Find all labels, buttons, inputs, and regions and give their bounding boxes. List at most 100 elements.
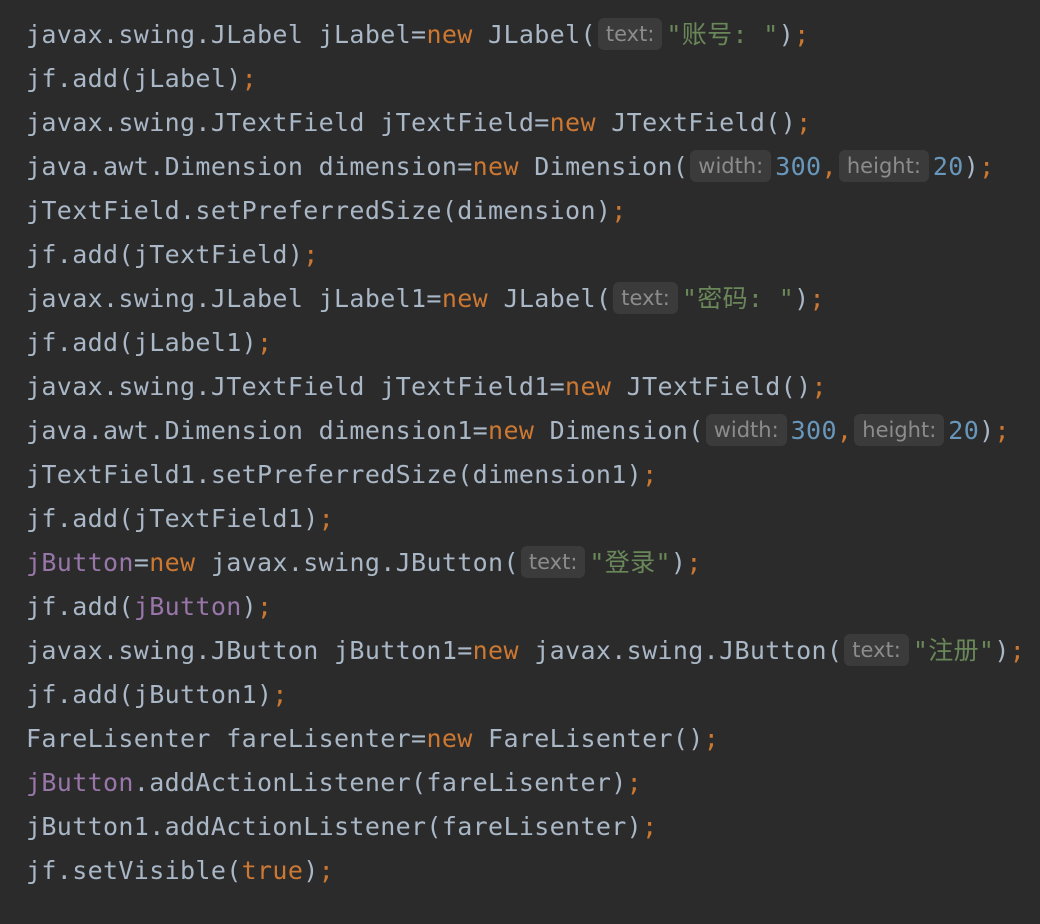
code-token: ; (809, 284, 825, 313)
code-token: new (472, 636, 519, 665)
code-token: javax.swing.JButton jButton1= (26, 636, 473, 665)
code-token: "注册" (912, 636, 995, 665)
code-token: jButton (26, 548, 134, 577)
code-token: jButton1.addActionListener(fareLisenter) (26, 812, 643, 841)
code-token: ) (778, 20, 795, 49)
code-token: .addActionListener(fareLisenter) (133, 768, 627, 797)
code-token: "密码: " (681, 284, 795, 313)
code-token: FareLisenter fareLisenter= (26, 724, 427, 753)
code-line[interactable]: FareLisenter fareLisenter=new FareLisent… (26, 717, 719, 761)
code-token: FareLisenter() (472, 724, 704, 753)
code-token: new (149, 548, 196, 577)
code-token: ) (963, 152, 980, 181)
code-token: ; (979, 152, 995, 181)
code-token: true (241, 856, 304, 885)
code-token: ; (257, 328, 273, 357)
code-token: new (488, 416, 535, 445)
code-token: JLabel( (488, 284, 612, 313)
code-token: jf.setVisible( (26, 856, 242, 885)
code-token: ; (994, 416, 1010, 445)
code-token: new (472, 152, 519, 181)
code-token: Dimension( (518, 152, 689, 181)
code-token: jButton (26, 768, 134, 797)
code-line[interactable]: javax.swing.JTextField jTextField1=new J… (26, 365, 827, 409)
code-token: javax.swing.JButton( (518, 636, 843, 665)
code-line[interactable]: jf.add(jTextField1); (26, 497, 334, 541)
code-token: JTextField() (595, 108, 797, 137)
code-line[interactable]: java.awt.Dimension dimension=new Dimensi… (26, 145, 995, 189)
code-token: jf.add( (26, 592, 134, 621)
code-token: jf.add(jTextField) (26, 240, 304, 269)
code-token: ; (796, 108, 812, 137)
code-editor[interactable]: javax.swing.JLabel jLabel=new JLabel(tex… (0, 0, 1040, 924)
code-token: javax.swing.JTextField jTextField= (26, 108, 550, 137)
code-token: JTextField() (611, 372, 812, 401)
code-token: ; (272, 680, 288, 709)
code-token: ; (686, 548, 702, 577)
code-token: ) (794, 284, 810, 313)
code-token: new (549, 108, 596, 137)
code-token: jf.add(jLabel) (26, 64, 242, 93)
code-token: javax.swing.JTextField jTextField1= (26, 372, 566, 401)
code-line[interactable]: jTextField.setPreferredSize(dimension); (26, 189, 627, 233)
code-token: 20 (948, 416, 980, 445)
code-token: jTextField1.setPreferredSize(dimension1) (26, 460, 643, 489)
code-token: 20 (932, 152, 964, 181)
code-token: ) (303, 856, 319, 885)
code-line[interactable]: jButton.addActionListener(fareLisenter); (26, 761, 642, 805)
code-line[interactable]: jf.add(jButton1); (26, 673, 288, 717)
code-line[interactable]: jButton=new javax.swing.JButton(text: "登录… (26, 541, 702, 585)
code-token: ) (994, 636, 1010, 665)
code-token: ; (611, 196, 627, 225)
code-token: jf.add(jLabel1) (26, 328, 258, 357)
code-token: ) (241, 592, 258, 621)
code-token: ; (642, 460, 658, 489)
code-line[interactable]: javax.swing.JLabel jLabel=new JLabel(tex… (26, 13, 810, 57)
code-token: ; (303, 240, 319, 269)
code-token: Dimension( (534, 416, 704, 445)
code-token: ; (318, 856, 335, 885)
code-token: javax.swing.JLabel jLabel= (26, 20, 427, 49)
parameter-hint: width: (705, 414, 787, 446)
code-token: , (821, 152, 837, 181)
code-line[interactable]: javax.swing.JLabel jLabel1=new JLabel(te… (26, 277, 825, 321)
code-line[interactable]: java.awt.Dimension dimension1=new Dimens… (26, 409, 1010, 453)
code-line[interactable]: jf.add(jButton); (26, 585, 272, 629)
code-token: ; (794, 20, 810, 49)
code-token: jButton (133, 592, 242, 621)
code-token: java.awt.Dimension dimension= (26, 152, 473, 181)
parameter-hint: text: (613, 282, 678, 314)
code-token: jTextField.setPreferredSize(dimension) (26, 196, 612, 225)
code-token: ; (318, 504, 335, 533)
parameter-hint: width: (690, 150, 772, 182)
code-token: ; (703, 724, 720, 753)
code-token: "登录" (589, 548, 671, 577)
code-token: jf.add(jButton1) (26, 680, 273, 709)
parameter-hint: height: (838, 150, 929, 182)
code-token: 300 (790, 416, 837, 445)
code-line[interactable]: jButton1.addActionListener(fareLisenter)… (26, 805, 657, 849)
code-line[interactable]: jf.add(jLabel); (26, 57, 257, 101)
code-token: jf.add(jTextField1) (26, 504, 319, 533)
code-line[interactable]: jTextField1.setPreferredSize(dimension1)… (26, 453, 657, 497)
parameter-hint: text: (597, 18, 663, 50)
code-token: ) (979, 416, 995, 445)
code-token: ; (257, 592, 273, 621)
code-line[interactable]: jf.add(jLabel1); (26, 321, 272, 365)
code-line[interactable]: jf.add(jTextField); (26, 233, 319, 277)
code-line[interactable]: javax.swing.JTextField jTextField=new JT… (26, 101, 812, 145)
code-token: JLabel( (472, 20, 596, 49)
parameter-hint: text: (520, 546, 586, 578)
code-token: ) (670, 548, 687, 577)
code-token: javax.swing.JButton( (195, 548, 519, 577)
code-token: = (133, 548, 150, 577)
code-token: new (426, 724, 473, 753)
code-token: , (836, 416, 853, 445)
code-line[interactable]: javax.swing.JButton jButton1=new javax.s… (26, 629, 1025, 673)
code-token: 300 (775, 152, 822, 181)
parameter-hint: height: (854, 414, 945, 446)
code-token: new (441, 284, 489, 313)
code-token: ; (642, 812, 658, 841)
code-line[interactable]: jf.setVisible(true); (26, 849, 334, 893)
code-token: ; (1009, 636, 1026, 665)
